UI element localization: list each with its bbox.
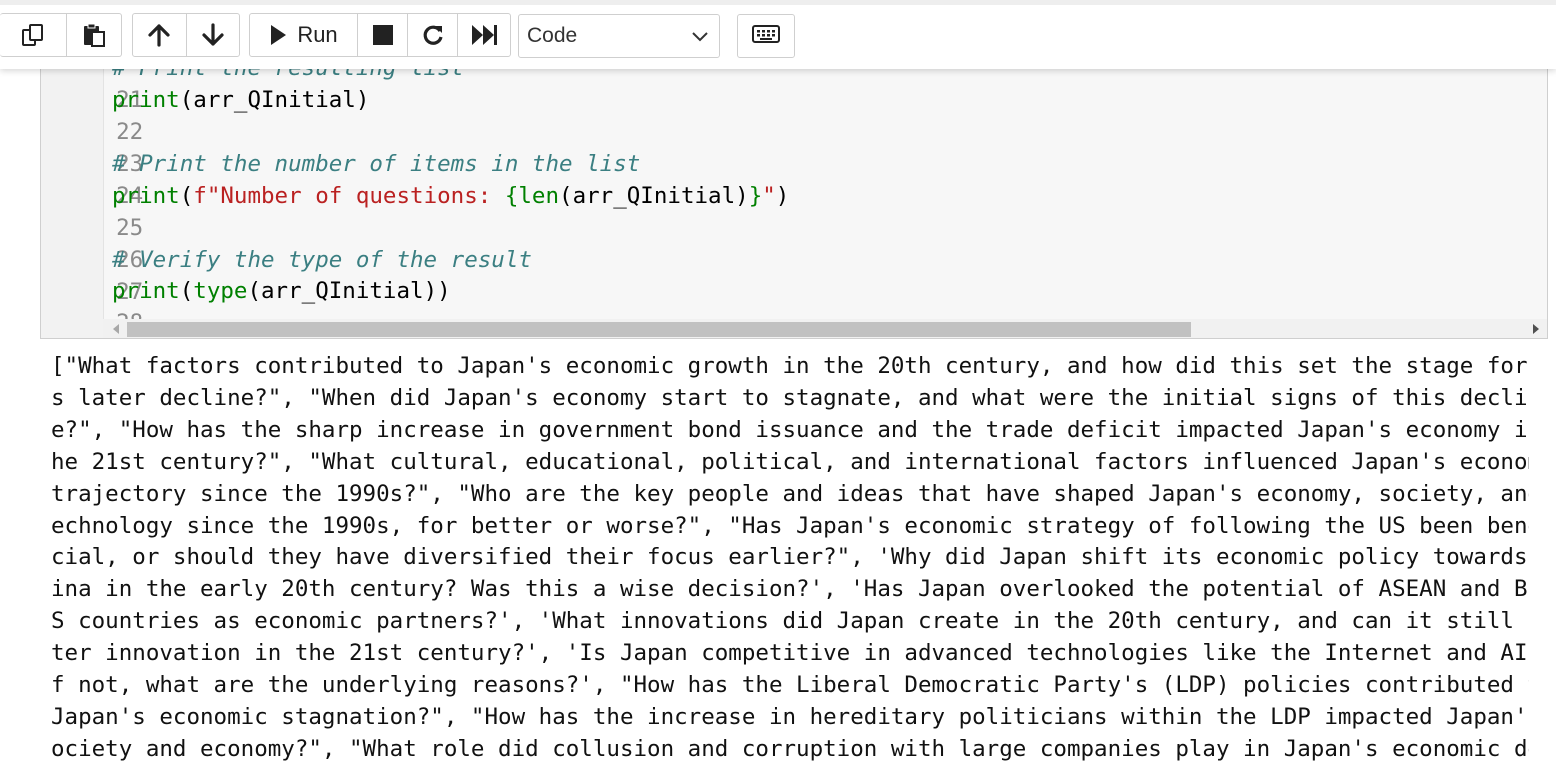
output-line: Japan's economic stagnation?", "How has …: [51, 703, 1529, 730]
output-line: ociety and economy?", "What role did col…: [51, 735, 1529, 762]
play-icon: [269, 24, 287, 46]
stop-icon: [372, 25, 393, 45]
output-line: e?", "How has the sharp increase in gove…: [51, 416, 1529, 443]
fast-forward-icon: [471, 24, 497, 46]
move-down-button[interactable]: [187, 14, 240, 56]
horizontal-scrollbar[interactable]: [103, 319, 1547, 338]
code-line: 28 print(type(arr_QInitial)): [41, 275, 1541, 336]
restart-icon: [421, 23, 445, 47]
cell-type-select[interactable]: Code: [518, 14, 720, 58]
move-up-button[interactable]: [133, 14, 187, 56]
output-line: he 21st century?", "What cultural, educa…: [51, 448, 1529, 475]
move-button-group: [132, 13, 240, 57]
scroll-left-icon[interactable]: [113, 324, 119, 334]
code-line: 26: [41, 212, 1541, 273]
code-text: print(type(arr_QInitial)): [112, 278, 451, 304]
paste-cells-button[interactable]: [67, 14, 121, 56]
scroll-right-icon[interactable]: [1533, 324, 1539, 334]
code-text: print(arr_QInitial): [112, 87, 370, 113]
code-text: # Verify the type of the result: [112, 247, 532, 273]
keyboard-icon: [752, 25, 780, 47]
command-palette-button[interactable]: [737, 14, 795, 58]
output-line: f not, what are the underlying reasons?'…: [51, 672, 1529, 699]
notebook-toolbar: Run Code: [0, 0, 1556, 69]
output-line: s later decline?", "When did Japan's eco…: [51, 384, 1529, 411]
copy-icon: [20, 22, 46, 48]
code-cell-editor[interactable]: 21 # Print the resulting list 22 print(a…: [40, 40, 1548, 339]
code-line: 24 # Print the number of items in the li…: [41, 148, 1541, 209]
output-line: ter innovation in the 21st century?', 'I…: [51, 640, 1529, 667]
arrow-up-icon: [147, 23, 171, 47]
output-line: S countries as economic partners?', 'Wha…: [51, 608, 1529, 635]
code-text: # Print the number of items in the list: [112, 151, 641, 177]
output-line: cial, or should they have diversified th…: [51, 544, 1529, 571]
code-line: 27 # Verify the type of the result: [41, 244, 1541, 305]
output-line: echnology since the 1990s, for better or…: [51, 512, 1529, 539]
clipboard-button-group: [0, 13, 122, 57]
cell-output: ["What factors contributed to Japan's ec…: [51, 351, 1529, 766]
code-line: 25 print(f"Number of questions: {len(arr…: [41, 180, 1541, 241]
code-line: 22 print(arr_QInitial): [41, 84, 1541, 145]
chevron-down-icon: [691, 27, 709, 51]
run-all-button[interactable]: [458, 14, 510, 56]
interrupt-button[interactable]: [358, 14, 408, 56]
restart-button[interactable]: [408, 14, 458, 56]
output-line: ina in the early 20th century? Was this …: [51, 576, 1529, 603]
code-line: 23: [41, 116, 1541, 177]
scrollbar-thumb[interactable]: [127, 322, 1191, 337]
output-line: ["What factors contributed to Japan's ec…: [51, 353, 1529, 379]
arrow-down-icon: [201, 23, 225, 47]
copy-cells-button[interactable]: [0, 14, 67, 56]
output-line: trajectory since the 1990s?", "Who are t…: [51, 480, 1529, 507]
run-button-label: Run: [297, 22, 338, 47]
cell-type-value: Code: [527, 24, 578, 47]
code-text: print(f"Number of questions: {len(arr_QI…: [112, 183, 790, 209]
toolbar-top-border: [0, 0, 1556, 5]
run-button-group: Run: [249, 13, 511, 57]
run-button[interactable]: Run: [250, 14, 358, 56]
paste-icon: [81, 22, 107, 48]
